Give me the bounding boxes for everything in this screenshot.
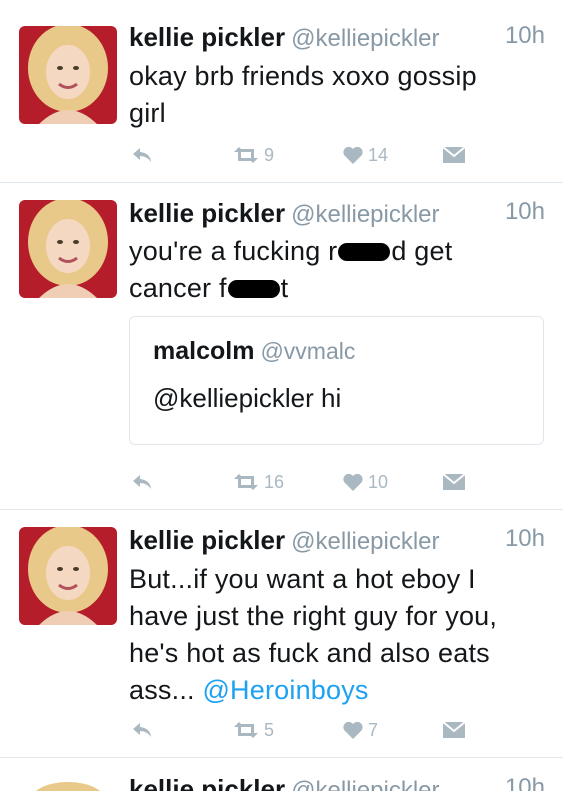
direct-message-button[interactable] [442, 717, 466, 743]
text-segment: ass... [129, 675, 203, 705]
quoted-tweet-header: malcolm @vvmalc [153, 337, 355, 366]
reply-button[interactable] [131, 717, 153, 743]
tweet-header: kellie pickler @kelliepickler 10h [129, 22, 545, 56]
direct-message-icon [442, 721, 466, 739]
timestamp: 10h [504, 774, 545, 791]
author-name[interactable]: kellie pickler [129, 525, 285, 555]
like-button[interactable]: 10 [342, 469, 388, 495]
avatar[interactable] [19, 527, 117, 625]
text-segment: you're a fucking r [129, 236, 338, 266]
avatar[interactable] [19, 200, 117, 298]
author-handle[interactable]: @kelliepickler [291, 25, 439, 52]
direct-message-button[interactable] [442, 469, 466, 495]
retweet-icon [232, 146, 260, 164]
redaction-mark [338, 243, 391, 261]
reply-icon [131, 146, 153, 164]
text-segment: cancer f [129, 273, 227, 303]
retweet-count: 5 [264, 719, 275, 740]
heart-icon [342, 145, 364, 165]
tweet-text-line: But...if you want a hot eboy I [129, 564, 476, 594]
retweet-button[interactable]: 5 [232, 717, 274, 743]
tweet-actions: 5 7 [129, 717, 509, 743]
avatar[interactable] [19, 26, 117, 124]
author-name[interactable]: kellie pickler [129, 22, 285, 52]
tweet-text-line: okay brb friends xoxo gossip [129, 61, 477, 91]
timestamp: 10h [504, 22, 545, 49]
author-name[interactable]: kellie pickler [129, 198, 285, 228]
like-count: 14 [368, 144, 389, 165]
quoted-author-name: malcolm [153, 337, 255, 365]
tweet[interactable]: kellie pickler @kelliepickler 10h But...i… [0, 510, 563, 758]
like-button[interactable]: 14 [342, 142, 388, 168]
tweet-header: kellie pickler @kelliepickler 10h [129, 525, 545, 559]
tweet-text-line: girl [129, 98, 166, 128]
retweet-count: 16 [264, 471, 285, 492]
tweet-text: okay brb friends xoxo gossip girl [129, 58, 545, 132]
like-count: 7 [368, 719, 379, 740]
divider [0, 757, 563, 758]
retweet-button[interactable]: 9 [232, 142, 274, 168]
tweet-actions: 9 14 [129, 142, 509, 168]
heart-icon [342, 472, 364, 492]
tweet-actions: 16 10 [129, 469, 509, 495]
tweet-text: you're a fucking r d get cancer f t [129, 233, 545, 307]
timestamp: 10h [504, 525, 545, 552]
mention-link[interactable]: @Heroinboys [202, 675, 368, 705]
text-segment: d get [391, 236, 453, 266]
author-handle[interactable]: @kelliepickler [291, 528, 439, 555]
tweet-text-line: ass... @Heroinboys [129, 672, 545, 709]
direct-message-icon [442, 146, 466, 164]
tweet-text-line: you're a fucking r d get [129, 233, 545, 270]
quoted-author-handle: @vvmalc [260, 338, 356, 364]
quoted-tweet-text: @kelliepickler hi [153, 383, 342, 413]
redaction-mark [227, 280, 280, 298]
tweet[interactable]: kellie pickler @kelliepickler 10h you're … [0, 183, 563, 510]
author-handle[interactable]: @kelliepickler [291, 201, 439, 228]
timestamp: 10h [504, 198, 545, 225]
tweet-text-line: have just the right guy for you, [129, 601, 498, 631]
retweet-icon [232, 473, 260, 491]
quoted-tweet[interactable]: malcolm @vvmalc @kelliepickler hi [129, 316, 544, 445]
tweet-text-line: cancer f t [129, 270, 545, 307]
tweet-header: kellie pickler @kelliepickler 10h [129, 198, 545, 232]
author-handle[interactable]: @kelliepickler [291, 777, 439, 791]
reply-button[interactable] [131, 142, 153, 168]
direct-message-icon [442, 473, 466, 491]
like-button[interactable]: 7 [342, 717, 378, 743]
author-name[interactable]: kellie pickler [129, 774, 285, 791]
retweet-icon [232, 721, 260, 739]
like-count: 10 [368, 471, 389, 492]
reply-button[interactable] [131, 469, 153, 495]
avatar[interactable] [19, 774, 117, 791]
tweet-text: But...if you want a hot eboy I have just… [129, 561, 545, 709]
reply-icon [131, 473, 153, 491]
retweet-count: 9 [264, 144, 275, 165]
tweet-header: kellie pickler @kelliepickler 10h [129, 774, 545, 791]
reply-icon [131, 721, 153, 739]
heart-icon [342, 720, 364, 740]
tweet[interactable]: kellie pickler @kelliepickler 10h [0, 766, 563, 791]
text-segment: t [280, 273, 289, 303]
tweet[interactable]: kellie pickler @kelliepickler 10h okay br… [0, 0, 563, 183]
direct-message-button[interactable] [442, 142, 466, 168]
retweet-button[interactable]: 16 [232, 469, 284, 495]
tweet-text-line: he's hot as fuck and also eats [129, 638, 490, 668]
